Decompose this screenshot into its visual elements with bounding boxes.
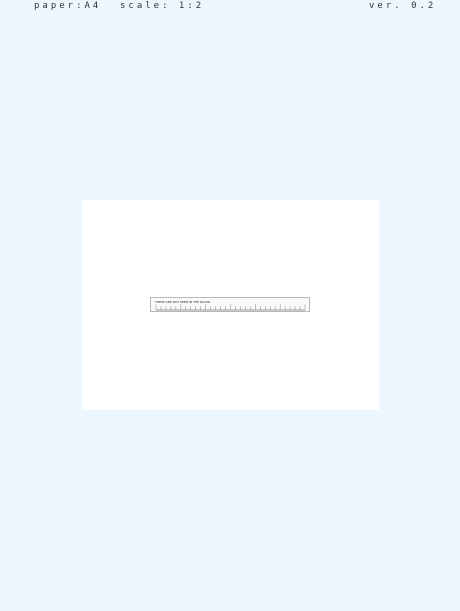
scale-label: scale: 1:2 (120, 1, 205, 11)
ruler-ticks (155, 304, 306, 311)
paper-size-label: paper:A4 (34, 1, 102, 11)
version-label: ver. 0.2 (369, 1, 437, 11)
paper-sheet: THESE ARE NOT SEEN IN THE RULER (82, 200, 379, 410)
header-bar: paper:A4 scale: 1:2 ver. 0.2 (0, 1, 460, 15)
ruler-graphic: THESE ARE NOT SEEN IN THE RULER (150, 297, 310, 312)
